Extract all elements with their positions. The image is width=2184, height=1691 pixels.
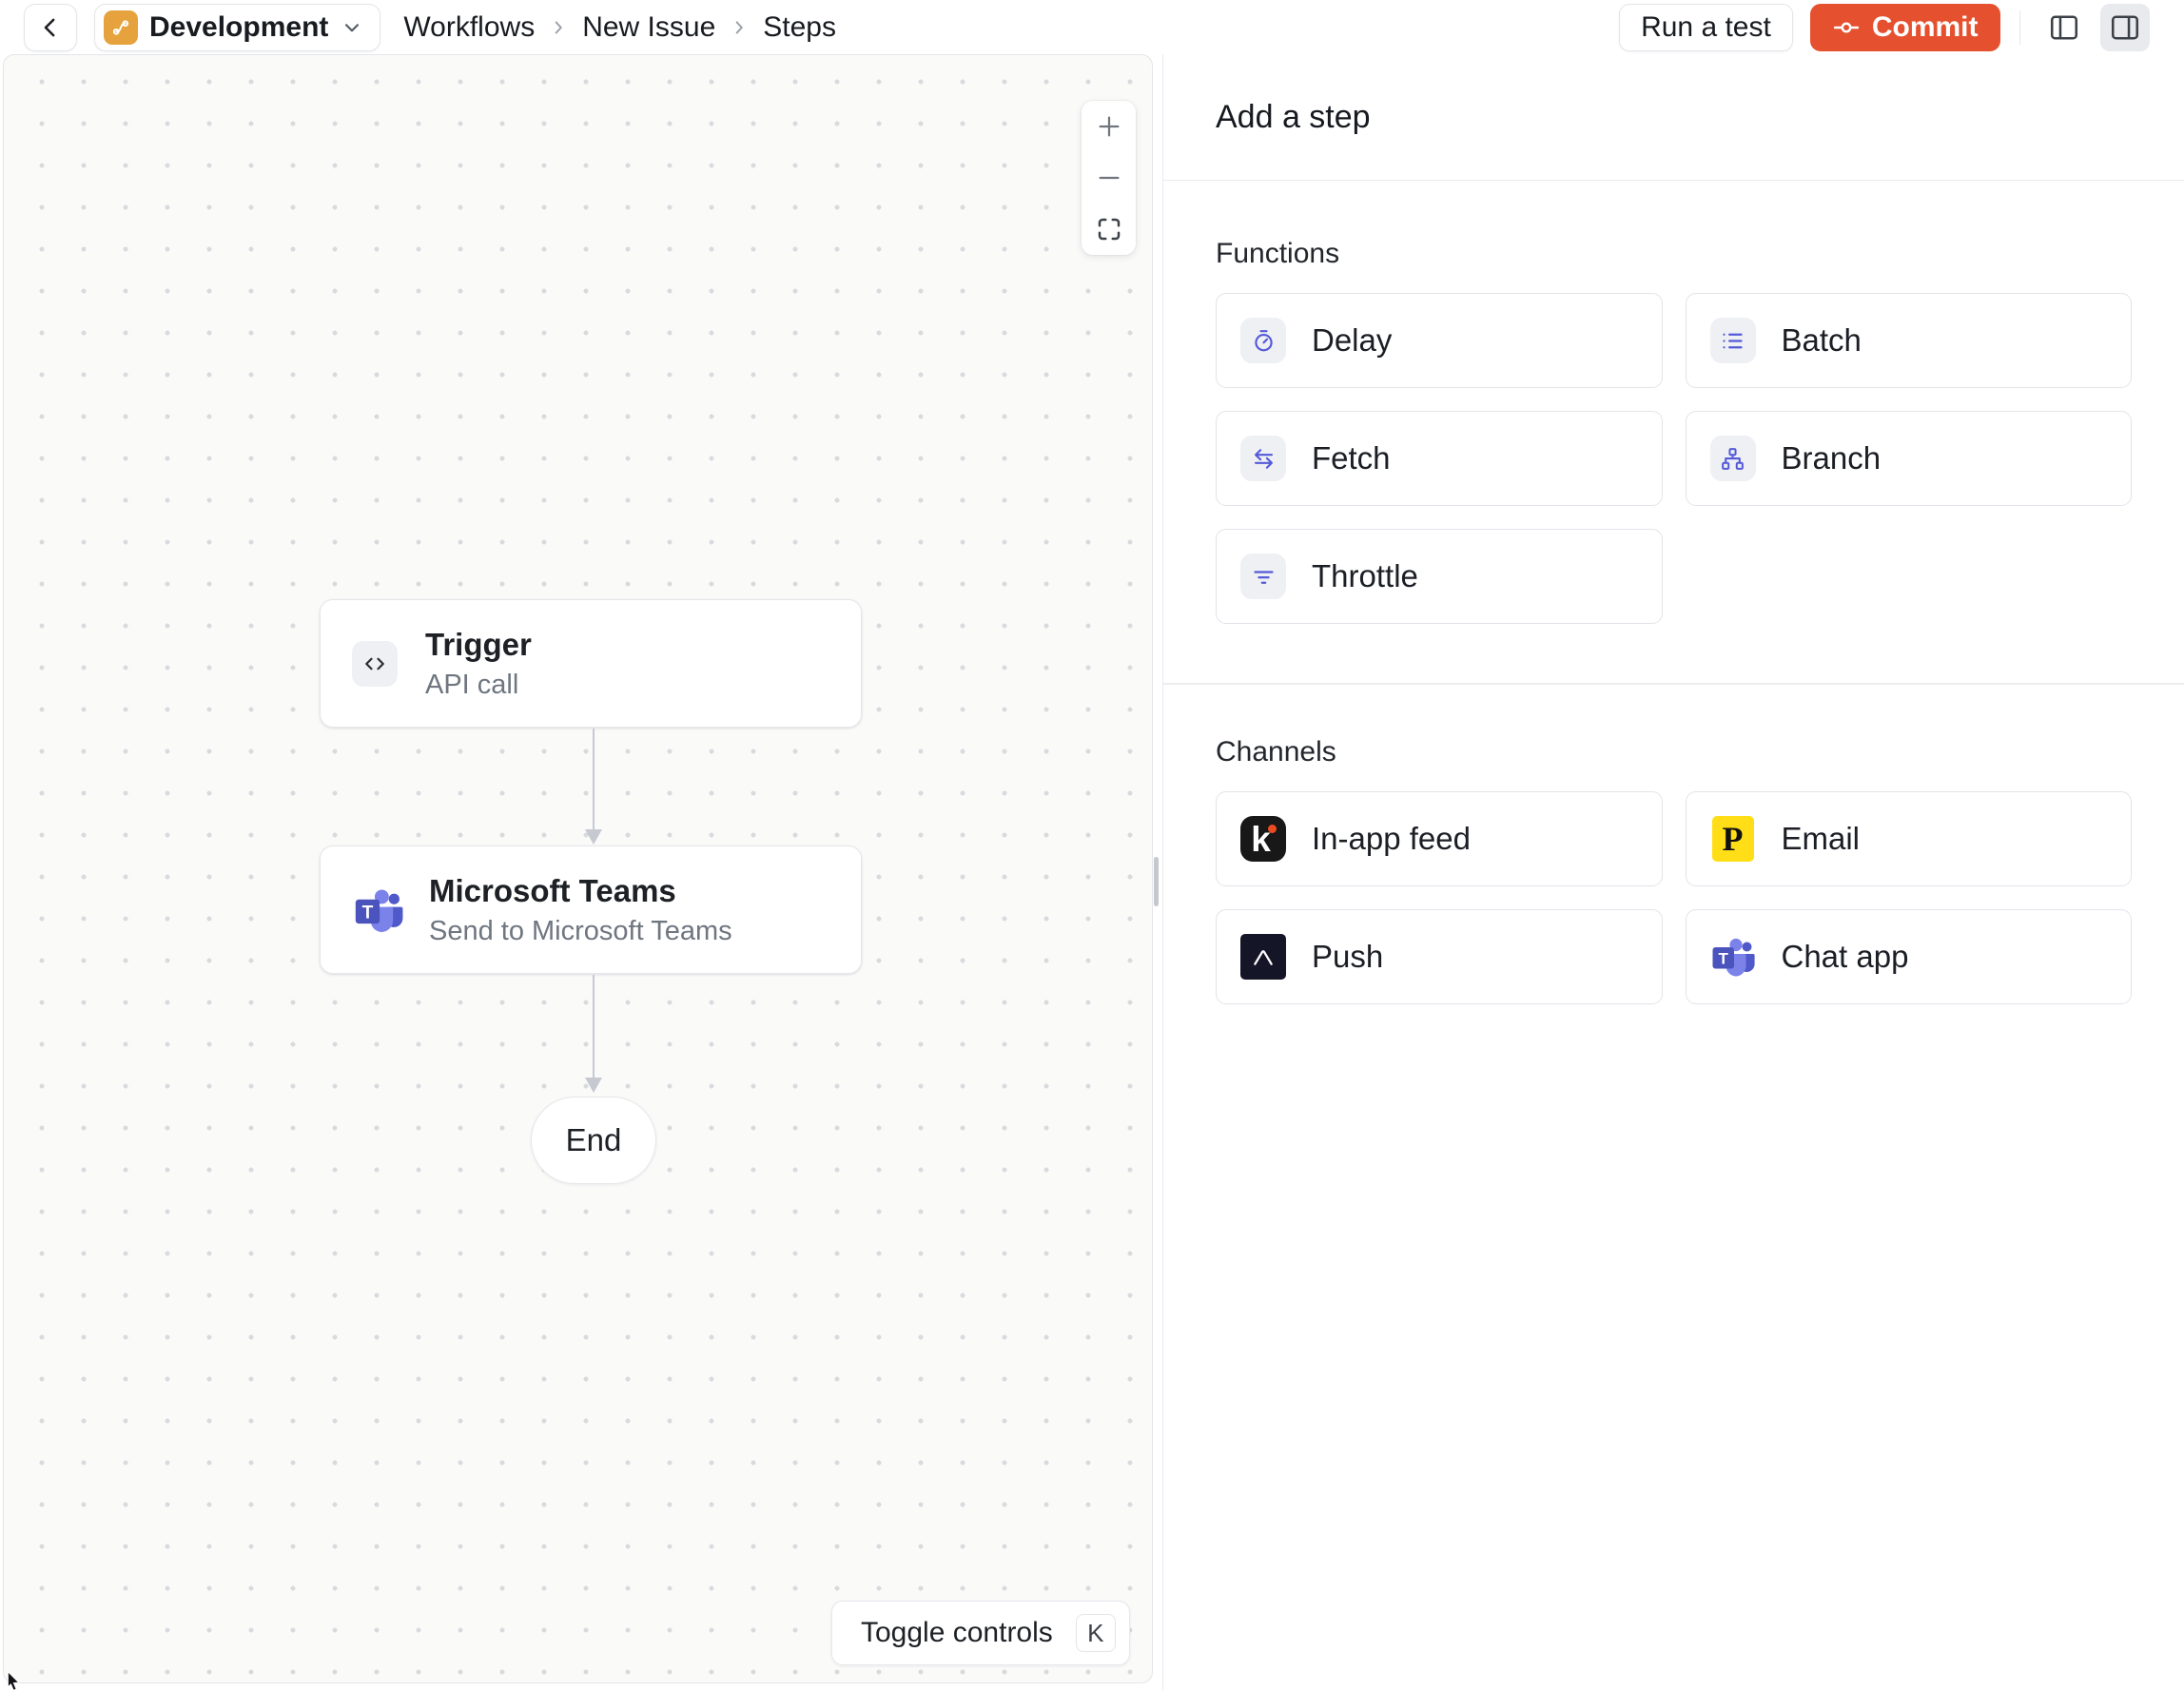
- breadcrumb-new-issue[interactable]: New Issue: [582, 11, 715, 44]
- zoom-in-button[interactable]: [1082, 101, 1136, 152]
- step-card-push[interactable]: Push: [1216, 908, 1663, 1004]
- code-icon: [352, 640, 398, 687]
- step-card-chat-app[interactable]: T Chat app: [1685, 908, 2132, 1004]
- postmark-logo-icon: P: [1710, 815, 1756, 862]
- functions-section-label: Functions: [1216, 238, 1340, 269]
- top-bar: Development Workflows New Issue Steps Ru…: [0, 0, 2184, 54]
- edge-connector: [585, 975, 602, 1093]
- step-card-email[interactable]: P Email: [1685, 790, 2132, 886]
- swap-arrows-icon: [1240, 436, 1286, 481]
- knock-logo-icon: k: [1240, 815, 1286, 862]
- section-divider: [1163, 683, 2184, 685]
- svg-text:T: T: [1718, 949, 1728, 967]
- node-subtitle: Send to Microsoft Teams: [429, 915, 732, 946]
- header-divider: [2018, 10, 2020, 45]
- canvas-scrollbar-thumb[interactable]: [1154, 857, 1159, 906]
- step-card-in-app-feed[interactable]: k In-app feed: [1216, 790, 1663, 886]
- step-card-throttle[interactable]: Throttle: [1216, 529, 1663, 624]
- hierarchy-icon: [1709, 436, 1756, 481]
- step-card-fetch[interactable]: Fetch: [1216, 411, 1663, 506]
- end-node[interactable]: End: [531, 1097, 656, 1184]
- panel-title: Add a step: [1163, 54, 2184, 181]
- breadcrumb-steps[interactable]: Steps: [763, 11, 836, 44]
- node-title: Trigger: [425, 626, 532, 662]
- svg-text:T: T: [362, 903, 374, 923]
- step-card-branch[interactable]: Branch: [1685, 411, 2132, 506]
- chevron-left-icon: [36, 13, 65, 42]
- workflow-canvas[interactable]: Trigger API call T Microsoft Teams Send …: [3, 54, 1153, 1683]
- fit-view-button[interactable]: [1082, 204, 1136, 255]
- timer-icon: [1240, 318, 1286, 363]
- workflow-branch-icon: [104, 10, 138, 45]
- fullscreen-icon: [1095, 215, 1123, 243]
- channels-card-grid: k In-app feed P Email Push T Chat app: [1216, 790, 2132, 1004]
- ms-teams-logo-icon: T: [1710, 934, 1756, 980]
- zoom-out-button[interactable]: [1082, 152, 1136, 204]
- back-button[interactable]: [24, 3, 77, 51]
- breadcrumb-workflows[interactable]: Workflows: [403, 11, 535, 44]
- node-subtitle: API call: [425, 669, 519, 700]
- left-panel-toggle-button[interactable]: [2039, 4, 2089, 51]
- breadcrumb: Workflows New Issue Steps: [403, 11, 836, 44]
- filter-lines-icon: [1240, 554, 1286, 599]
- step-card-batch[interactable]: Batch: [1685, 293, 2132, 388]
- commit-button[interactable]: Commit: [1809, 3, 2000, 51]
- environment-label: Development: [149, 10, 329, 43]
- git-commit-icon: [1832, 13, 1861, 42]
- mouse-cursor: [8, 1671, 20, 1691]
- node-title: Microsoft Teams: [429, 872, 676, 908]
- microsoft-teams-step-node[interactable]: T Microsoft Teams Send to Microsoft Team…: [320, 846, 862, 974]
- canvas-zoom-controls: [1082, 101, 1136, 255]
- functions-card-grid: Delay Batch Fetch Branch Throttle: [1216, 293, 2132, 624]
- ms-teams-logo-icon: T: [352, 884, 405, 937]
- panel-right-icon: [2108, 10, 2142, 45]
- step-card-delay[interactable]: Delay: [1216, 293, 1663, 388]
- panel-left-icon: [2047, 10, 2081, 45]
- trigger-step-node[interactable]: Trigger API call: [320, 599, 862, 728]
- list-icon: [1709, 318, 1756, 363]
- chevron-down-icon: [340, 15, 364, 40]
- chevron-right-icon: [729, 17, 750, 38]
- expo-logo-icon: [1240, 933, 1286, 980]
- environment-switcher[interactable]: Development: [94, 3, 381, 51]
- add-step-panel: Add a step Functions Delay Batch Fetch B…: [1162, 54, 2184, 1691]
- run-a-test-button[interactable]: Run a test: [1619, 3, 1793, 51]
- right-panel-toggle-button[interactable]: [2100, 3, 2150, 51]
- toggle-controls-button[interactable]: Toggle controls K: [831, 1601, 1130, 1665]
- keyboard-shortcut-badge: K: [1075, 1614, 1116, 1652]
- chevron-right-icon: [548, 17, 569, 38]
- edge-connector: [585, 729, 602, 845]
- channels-section-label: Channels: [1216, 735, 1336, 768]
